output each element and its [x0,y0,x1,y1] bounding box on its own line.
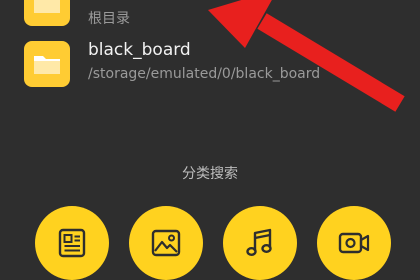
video-icon [338,232,370,254]
category-search-title: 分类搜索 [182,166,238,182]
music-category-button[interactable] [223,206,297,280]
folder-row-root[interactable]: 根目录 [0,0,420,36]
folder-path: 根目录 [88,11,130,27]
folder-path: /storage/emulated/0/black_board [88,66,321,82]
folder-row-black-board[interactable]: black_board /storage/emulated/0/black_bo… [0,38,420,98]
folder-icon [24,41,70,87]
document-icon [58,228,86,258]
folder-icon [24,0,70,26]
folder-name: black_board [88,40,191,60]
image-category-button[interactable] [129,206,203,280]
video-category-button[interactable] [317,206,391,280]
music-icon [246,228,272,257]
document-category-button[interactable] [35,206,109,280]
image-icon [151,229,181,257]
